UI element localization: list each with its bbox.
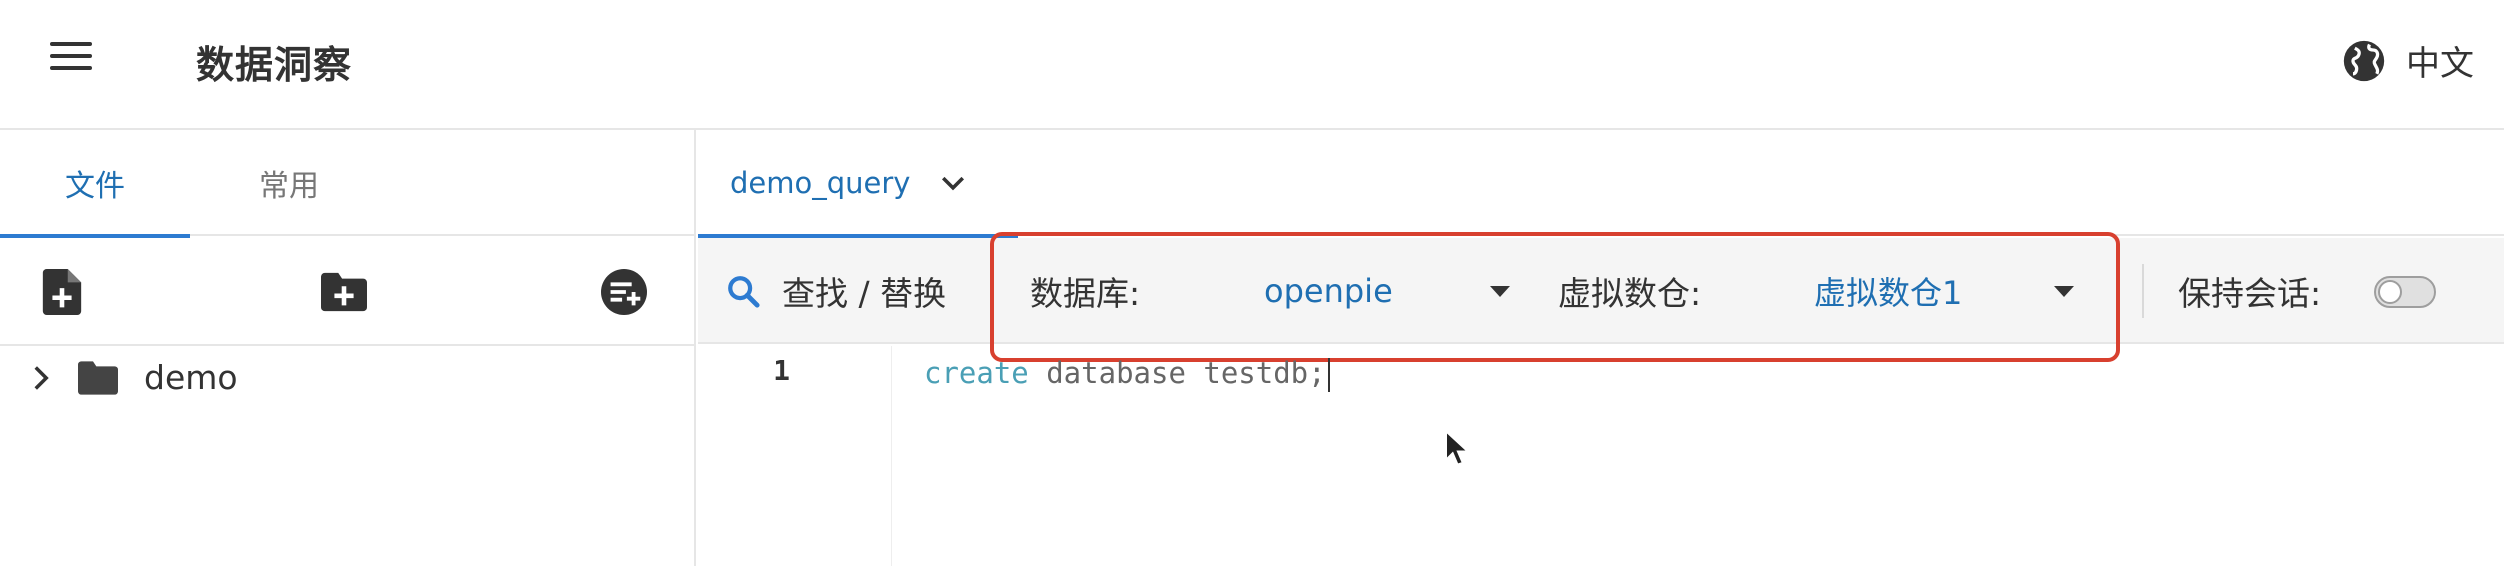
find-replace-button[interactable]: 查找 / 替换 [726,238,946,344]
code-editor[interactable]: 1 create database testdb; [698,346,2504,566]
query-editor-panel: demo_query 查找 / 替换 数据库: openpie 虚拟数仓: 虚拟… [698,130,2504,566]
chevron-down-icon[interactable] [940,174,966,192]
code-line[interactable]: create database testdb; [924,356,1330,392]
search-icon [728,276,760,308]
toolbar-divider [2142,264,2144,318]
tab-files[interactable]: 文件 [0,130,190,238]
warehouse-select[interactable]: 虚拟数仓1 [1814,238,2014,344]
editor-toolbar: 查找 / 替换 数据库: openpie 虚拟数仓: 虚拟数仓1 保持会话: [698,232,2504,362]
language-switcher[interactable]: 中文 [2342,36,2474,85]
new-file-icon [42,269,82,315]
file-action-bar [0,238,694,346]
globe-icon [2343,40,2385,81]
file-explorer-panel: 文件 常用 demo [0,130,696,566]
add-datasource-icon [601,269,647,315]
line-number: 1 [773,354,790,387]
code-text: database testdb; [1028,356,1326,390]
database-dropdown-icon[interactable] [1490,286,1510,297]
query-tab-label: demo_query [730,166,911,200]
database-select[interactable]: openpie [1264,238,1464,344]
warehouse-dropdown-icon[interactable] [2054,286,2074,297]
tree-item-demo[interactable]: demo [30,358,238,397]
tree-item-label: demo [144,358,238,397]
tab-files-label: 文件 [65,169,125,204]
tab-favorites[interactable]: 常用 [194,130,384,236]
app-header: 数据洞察 中文 [0,0,2504,130]
database-value: openpie [1264,272,1393,310]
query-tabs: demo_query [698,130,2504,238]
find-replace-label: 查找 / 替换 [782,274,947,313]
language-label: 中文 [2406,44,2474,84]
keep-session-label: 保持会话: [2178,274,2322,313]
app-title: 数据洞察 [196,43,353,87]
mouse-pointer-icon [1445,430,1468,466]
add-datasource-button[interactable] [600,268,648,316]
code-keyword: create [924,356,1029,390]
warehouse-value: 虚拟数仓1 [1814,274,1963,312]
folder-icon [78,360,118,395]
chevron-right-icon[interactable] [30,364,52,392]
toggle-knob [2378,280,2402,304]
text-cursor [1327,358,1330,392]
explorer-tabs: 文件 常用 [0,130,694,238]
database-label: 数据库: [1030,274,1141,313]
line-number-gutter: 1 [698,346,892,566]
new-folder-icon [321,272,367,312]
tab-favorites-label: 常用 [259,169,319,204]
warehouse-label: 虚拟数仓: [1558,274,1702,313]
hamburger-menu-icon[interactable] [50,42,92,74]
keep-session-toggle[interactable] [2374,276,2436,308]
tab-demo-query[interactable]: demo_query [698,130,1018,238]
new-file-button[interactable] [38,268,86,316]
new-folder-button[interactable] [320,268,368,316]
